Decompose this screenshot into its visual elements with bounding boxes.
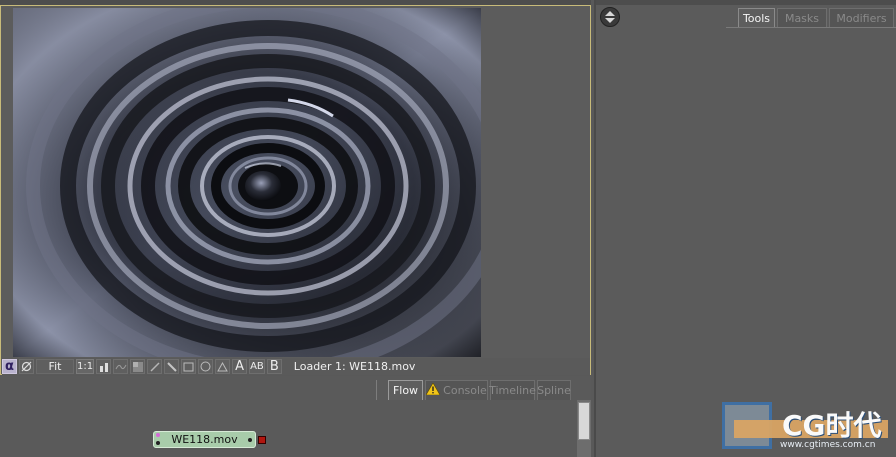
node-output-dot[interactable] [248,438,252,442]
line-tool-icon[interactable] [147,359,163,374]
lut-toggle-icon[interactable] [19,359,34,374]
node-output-port[interactable] [258,436,266,444]
tab-modifiers[interactable]: Modifiers [829,8,894,27]
tools-panel: Tools Masks Modifiers [594,0,896,457]
viewer-toolbar: α Fit 1:1 A AB B Loader 1: WE118.mov [2,358,590,375]
node-mask-input[interactable] [156,433,160,437]
expand-collapse-icon[interactable] [600,7,620,27]
water-ripple-image [13,8,481,357]
brush-tool-icon[interactable] [164,359,180,374]
text-tool-ab-button[interactable]: AB [249,359,265,374]
tab-spline[interactable]: Spline [537,380,571,400]
flow-scrollbar[interactable] [577,400,591,457]
alpha-channel-button[interactable]: α [2,359,17,374]
tab-tools[interactable]: Tools [738,8,775,27]
image-viewer[interactable]: α Fit 1:1 A AB B Loader 1: WE118.mov [0,5,591,375]
gradient-tool-icon[interactable] [130,359,146,374]
node-label: WE118.mov [171,433,238,446]
curve-tool-icon[interactable] [113,359,129,374]
rectangle-tool-icon[interactable] [181,359,197,374]
text-tool-b-button[interactable]: B [266,359,282,374]
flow-scrollbar-thumb[interactable] [578,402,590,440]
watermark-logo: CG时代 www.cgtimes.com.cn [720,402,896,457]
panel-top-separator [596,0,896,5]
tab-divider [376,380,377,400]
checker-bars-icon[interactable] [96,359,112,374]
tab-underline [726,27,896,28]
ellipse-tool-icon[interactable] [198,359,214,374]
node-input-dot[interactable] [156,441,160,445]
loader-node[interactable]: WE118.mov [153,431,256,448]
triangle-tool-icon[interactable] [215,359,231,374]
flow-panel: Flow Console Timeline Spline WE118.mov [0,376,591,457]
tab-timeline[interactable]: Timeline [489,380,536,400]
watermark-text: CG时代 [782,409,882,442]
viewer-status-label: Loader 1: WE118.mov [293,360,416,373]
zoom-1to1-button[interactable]: 1:1 [76,359,95,374]
warning-icon [425,382,441,398]
tab-flow[interactable]: Flow [388,380,423,400]
tab-console[interactable]: Console [425,380,488,400]
watermark-url: www.cgtimes.com.cn [780,440,876,450]
fit-button[interactable]: Fit [36,359,74,374]
viewer-image [13,8,481,357]
tab-masks[interactable]: Masks [777,8,827,27]
text-tool-a-button[interactable]: A [232,359,248,374]
tab-console-label: Console [443,384,487,397]
